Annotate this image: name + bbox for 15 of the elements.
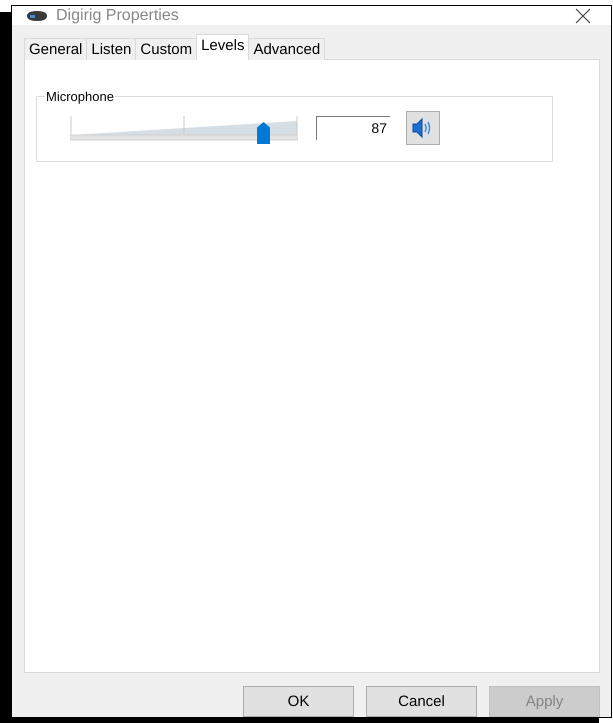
window-title: Digirig Properties: [56, 6, 180, 24]
group-label: Microphone: [45, 89, 115, 104]
dialog-button[interactable]: Cancel: [366, 686, 477, 717]
device-icon: [26, 10, 48, 22]
tab[interactable]: Levels: [196, 34, 250, 60]
tab[interactable]: Listen: [86, 38, 136, 60]
close-icon[interactable]: [575, 8, 591, 24]
tab[interactable]: Custom: [135, 38, 198, 60]
volume-slider[interactable]: [70, 113, 298, 143]
dialog-button[interactable]: OK: [243, 686, 354, 717]
tab[interactable]: Advanced: [248, 38, 326, 60]
level-field[interactable]: 87: [316, 116, 390, 140]
tab[interactable]: General: [24, 38, 88, 60]
mute-button[interactable]: [406, 111, 440, 145]
slider-thumb[interactable]: [257, 122, 270, 144]
